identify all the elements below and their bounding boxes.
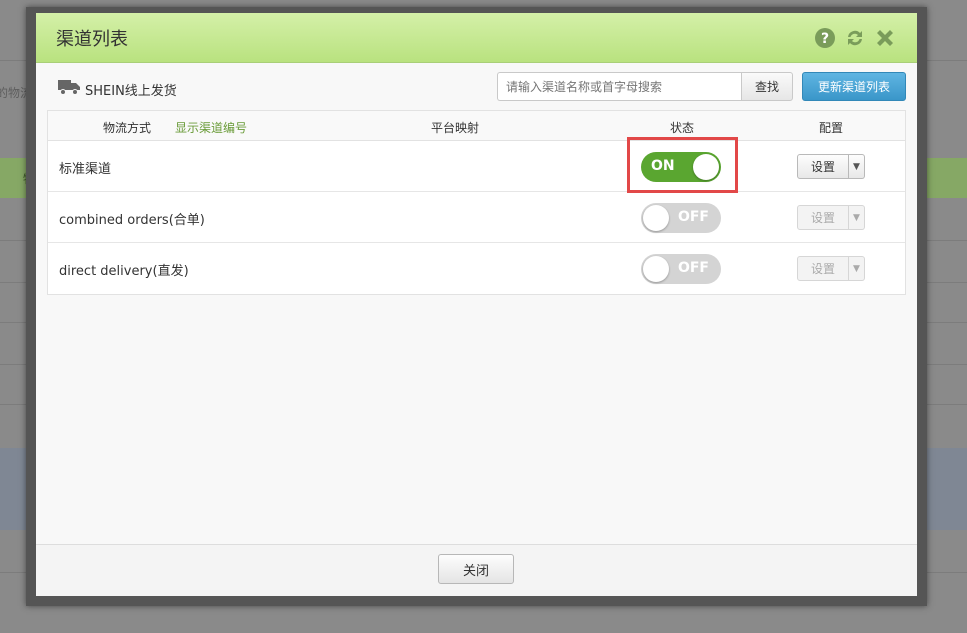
header-config: 配置 xyxy=(819,121,844,135)
channel-list-dialog: 渠道列表 ? SHEIN线上发货 请输入渠道名称或首字母搜索 查找 更新渠道列表… xyxy=(26,7,927,606)
header-mapping: 平台映射 xyxy=(431,121,480,135)
svg-text:?: ? xyxy=(821,31,829,47)
update-channel-list-button[interactable]: 更新渠道列表 xyxy=(802,72,906,101)
dialog-title: 渠道列表 xyxy=(56,28,128,50)
channel-name: direct delivery(直发) xyxy=(59,264,189,279)
toggle-label: OFF xyxy=(677,260,709,276)
refresh-icon[interactable] xyxy=(843,26,867,50)
truck-icon xyxy=(57,78,81,100)
toggle-knob xyxy=(693,154,719,180)
header-status: 状态 xyxy=(670,121,695,135)
channel-name: combined orders(合单) xyxy=(59,213,205,228)
shop-label: SHEIN线上发货 xyxy=(57,78,177,100)
show-channel-code-link[interactable]: 显示渠道编号 xyxy=(175,119,247,136)
close-button[interactable]: 关闭 xyxy=(438,554,514,584)
status-toggle[interactable]: OFF xyxy=(641,203,721,233)
channel-name: 标准渠道 xyxy=(59,162,112,177)
toggle-knob xyxy=(643,205,669,231)
table-row: 标准渠道 ON 设置 ▼ xyxy=(48,137,905,193)
chevron-down-icon: ▼ xyxy=(849,256,865,281)
settings-button: 设置 xyxy=(797,256,849,281)
toggle-knob xyxy=(643,256,669,282)
channel-table: 物流方式 显示渠道编号 平台映射 状态 配置 标准渠道 ON 设置 ▼ comb… xyxy=(47,110,906,295)
config-split-button: 设置 ▼ xyxy=(797,154,865,179)
dialog-toolbar: SHEIN线上发货 查找 更新渠道列表 xyxy=(36,71,917,105)
shop-name: SHEIN线上发货 xyxy=(85,83,177,99)
config-split-button: 设置 ▼ xyxy=(797,256,865,281)
help-icon[interactable]: ? xyxy=(813,26,837,50)
settings-button[interactable]: 设置 xyxy=(797,154,849,179)
search-button[interactable]: 查找 xyxy=(741,72,793,101)
chevron-down-icon[interactable]: ▼ xyxy=(849,154,865,179)
close-icon[interactable] xyxy=(873,26,897,50)
toggle-label: ON xyxy=(651,158,675,174)
table-row: combined orders(合单) OFF 设置 ▼ xyxy=(48,192,905,243)
table-header: 物流方式 显示渠道编号 平台映射 状态 配置 xyxy=(48,111,905,141)
table-row: direct delivery(直发) OFF 设置 ▼ xyxy=(48,243,905,294)
header-method: 物流方式 xyxy=(103,121,152,135)
dialog-body: 渠道列表 ? SHEIN线上发货 请输入渠道名称或首字母搜索 查找 更新渠道列表… xyxy=(36,13,917,596)
channel-search-input[interactable] xyxy=(497,72,741,101)
status-toggle[interactable]: OFF xyxy=(641,254,721,284)
config-split-button: 设置 ▼ xyxy=(797,205,865,230)
chevron-down-icon: ▼ xyxy=(849,205,865,230)
toggle-label: OFF xyxy=(677,209,709,225)
status-toggle[interactable]: ON xyxy=(641,152,721,182)
dialog-header: 渠道列表 ? xyxy=(36,13,917,63)
dialog-header-icons: ? xyxy=(813,26,897,50)
settings-button: 设置 xyxy=(797,205,849,230)
dialog-footer: 关闭 xyxy=(36,544,917,596)
search-group: 查找 xyxy=(497,72,793,101)
